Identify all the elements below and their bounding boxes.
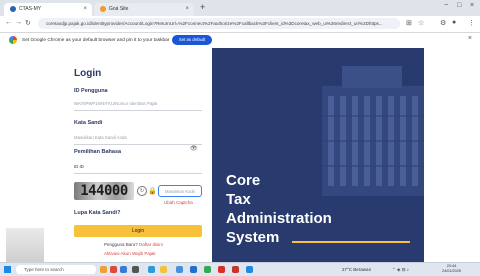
set-as-default-button[interactable]: Set as default bbox=[172, 35, 212, 45]
lock-icon: 🔒 bbox=[148, 188, 157, 195]
app-icon[interactable] bbox=[120, 266, 127, 273]
profile-icon[interactable]: ● bbox=[452, 19, 456, 26]
minimize-icon[interactable]: − bbox=[444, 2, 448, 9]
taskbar-search-input[interactable]: Type here to search bbox=[16, 265, 96, 274]
translate-icon[interactable]: ⊞ bbox=[406, 19, 412, 27]
register-text: Pengguna Baru? Daftar disini bbox=[104, 242, 163, 247]
chrome-icon bbox=[9, 36, 17, 44]
default-browser-infobar: Set Google Chrome as your default browse… bbox=[0, 33, 480, 49]
tab-bar: CTAS-MY × Goá Site × + − □ × bbox=[0, 0, 480, 16]
tab-favicon-icon bbox=[10, 5, 16, 12]
tab-favicon-icon bbox=[100, 5, 106, 12]
tab-second[interactable]: Goá Site × bbox=[94, 3, 194, 16]
language-label: Pemilihan Bahasa bbox=[74, 149, 122, 155]
windows-start-icon[interactable] bbox=[4, 266, 11, 273]
address-bar[interactable]: coretaxdjp.pajak.go.id/identityprovider/… bbox=[38, 18, 400, 29]
hero-word-administration: Administration bbox=[226, 210, 332, 227]
clock[interactable]: 20:44 24/01/2025 bbox=[442, 264, 461, 274]
show-password-icon[interactable]: 👁 bbox=[190, 145, 198, 152]
system-tray-icon[interactable]: ⌃ ◈ ⊟ ♪ bbox=[392, 265, 409, 274]
taskbar: Type here to search 27°C Berawan ⌃ ◈ ⊟ ♪… bbox=[0, 262, 480, 276]
infobar-close-icon[interactable]: × bbox=[468, 35, 472, 42]
extensions-icon[interactable]: ⚙ bbox=[440, 19, 446, 27]
edge-icon[interactable] bbox=[148, 266, 155, 273]
tab-label: CTAS-MY bbox=[19, 6, 42, 12]
captcha-image: 144000 bbox=[74, 182, 134, 200]
activation-link[interactable]: Aktivasi Akun Wajib Pajak bbox=[104, 251, 156, 256]
captcha-input[interactable]: Masukkan Kode bbox=[158, 185, 202, 197]
bookmark-star-icon[interactable]: ☆ bbox=[418, 19, 424, 27]
page-content: Login ID Pengguna NIK/NPWP16/NITKU/Nomor… bbox=[0, 48, 480, 262]
building-illustration bbox=[322, 66, 424, 196]
tab-coretax[interactable]: CTAS-MY × bbox=[4, 3, 92, 16]
login-panel: Login ID Pengguna NIK/NPWP16/NITKU/Nomor… bbox=[58, 48, 212, 262]
hero-banner: Core Tax Administration System bbox=[212, 48, 424, 262]
close-window-icon[interactable]: × bbox=[470, 2, 474, 9]
app-icon[interactable] bbox=[218, 266, 225, 273]
maximize-icon[interactable]: □ bbox=[457, 2, 461, 9]
app-icon[interactable] bbox=[232, 266, 239, 273]
back-icon[interactable]: ← bbox=[5, 19, 12, 26]
new-tab-icon[interactable]: + bbox=[200, 2, 205, 12]
language-select[interactable]: ID ID bbox=[74, 160, 202, 174]
password-label: Kata Sandi bbox=[74, 120, 103, 126]
tab-close-icon[interactable]: × bbox=[83, 3, 87, 16]
forward-icon[interactable]: → bbox=[15, 19, 22, 26]
page-right-margin bbox=[424, 48, 480, 262]
register-prompt: Pengguna Baru? bbox=[104, 242, 138, 247]
hero-accent-line bbox=[292, 241, 410, 243]
weather-app-icon[interactable] bbox=[100, 266, 107, 273]
file-explorer-icon[interactable] bbox=[160, 266, 167, 273]
menu-icon[interactable]: ⋮ bbox=[468, 19, 475, 27]
store-icon[interactable] bbox=[176, 266, 183, 273]
date: 24/01/2025 bbox=[442, 269, 462, 273]
password-input[interactable]: Masukkan Kata Sandi Anda bbox=[74, 131, 202, 145]
register-link[interactable]: Daftar disini bbox=[139, 242, 163, 247]
refresh-captcha-icon[interactable]: ↻ bbox=[137, 186, 147, 196]
infobar-message: Set Google Chrome as your default browse… bbox=[22, 38, 170, 43]
id-input[interactable]: NIK/NPWP16/NITKU/Nomor Identitas Pajak bbox=[74, 97, 202, 111]
background-building-strip bbox=[6, 228, 44, 262]
weather-status[interactable]: 27°C Berawan bbox=[342, 265, 371, 274]
forgot-password-link[interactable]: Lupa Kata Sandi? bbox=[74, 210, 120, 216]
tab-close-icon[interactable]: × bbox=[185, 3, 189, 16]
navigation-bar: ← → ↻ coretaxdjp.pajak.go.id/identitypro… bbox=[0, 16, 480, 33]
hero-word-tax: Tax bbox=[226, 191, 251, 208]
mail-icon[interactable] bbox=[190, 266, 197, 273]
tab-label: Goá Site bbox=[109, 6, 129, 12]
id-label: ID Pengguna bbox=[74, 88, 108, 94]
change-captcha-link[interactable]: Ubah Captcha bbox=[164, 200, 193, 205]
app-icon[interactable] bbox=[246, 266, 253, 273]
login-title: Login bbox=[74, 68, 102, 79]
chrome-taskbar-icon[interactable] bbox=[204, 266, 211, 273]
login-button[interactable]: Login bbox=[74, 225, 202, 237]
app-icon[interactable] bbox=[110, 266, 117, 273]
hero-word-system: System bbox=[226, 229, 280, 246]
reload-icon[interactable]: ↻ bbox=[25, 19, 31, 27]
task-view-icon[interactable] bbox=[132, 266, 139, 273]
hero-word-core: Core bbox=[226, 172, 261, 189]
